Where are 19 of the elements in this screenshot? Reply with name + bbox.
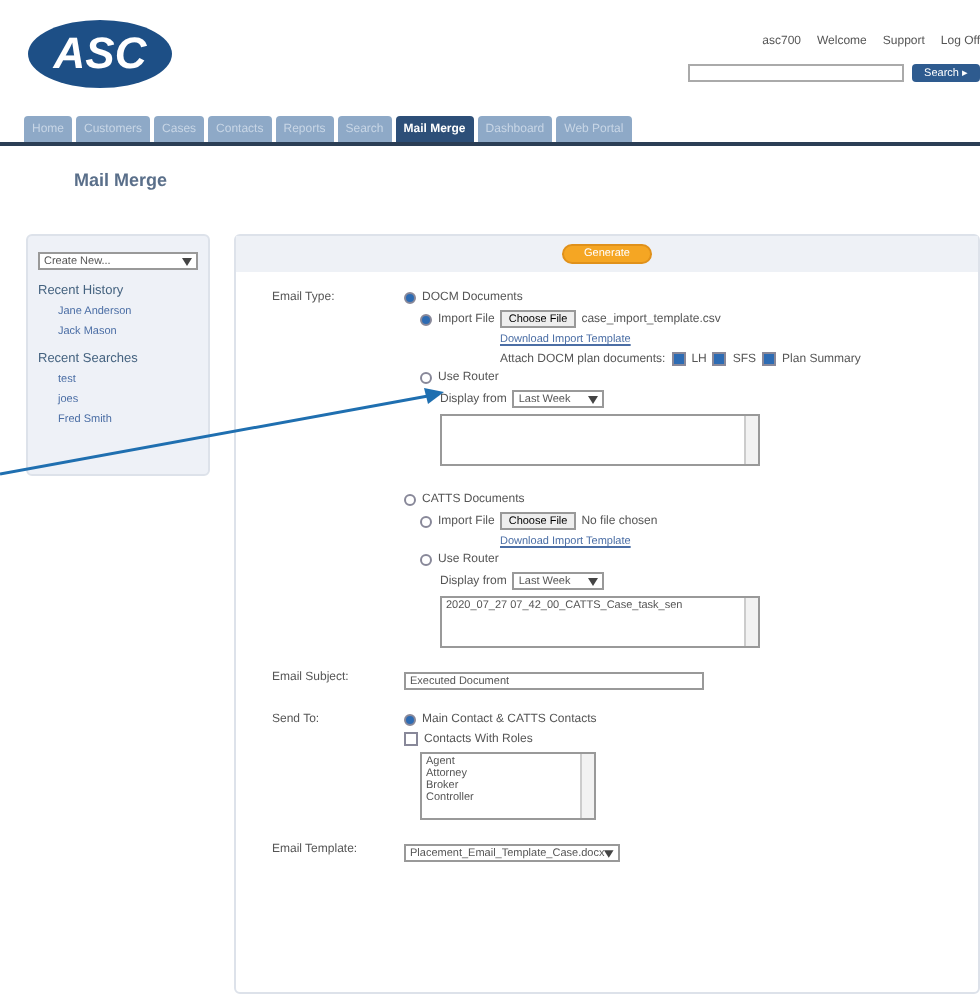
checkbox[interactable] (671, 352, 686, 366)
checkbox[interactable] (762, 352, 777, 366)
checkbox[interactable] (712, 352, 727, 366)
radio-button[interactable] (420, 313, 432, 325)
caret-icon (182, 257, 192, 265)
radio-button[interactable] (404, 292, 416, 304)
caret-icon (588, 395, 599, 403)
page-title: Mail Merge (72, 168, 170, 190)
caret-icon (604, 849, 614, 857)
caret-icon (588, 577, 599, 585)
checkbox[interactable] (404, 732, 418, 746)
document-list[interactable] (440, 414, 760, 466)
logo: ASC (28, 20, 172, 88)
search-field[interactable] (688, 64, 905, 82)
radio-button[interactable] (404, 494, 416, 506)
radio-button[interactable] (420, 515, 432, 527)
radio-button[interactable] (420, 372, 432, 384)
radio-button[interactable] (404, 714, 416, 726)
radio-button[interactable] (420, 554, 432, 566)
